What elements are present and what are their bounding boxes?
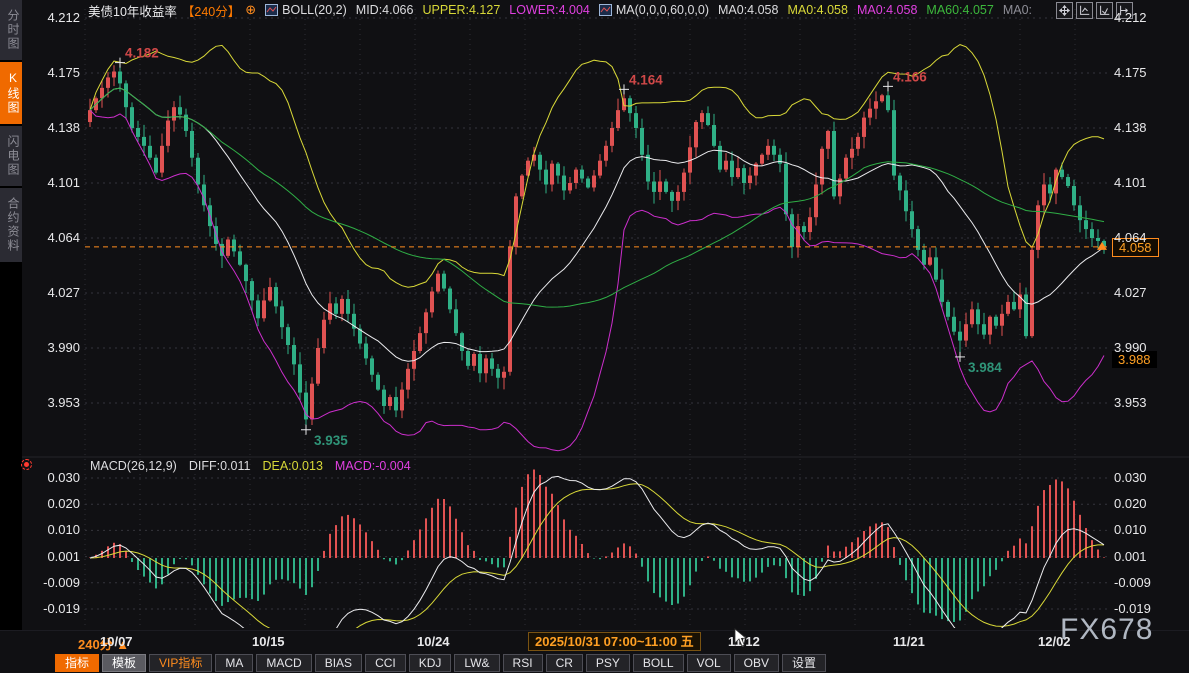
macd-dea-value: DEA:0.013 (262, 459, 322, 473)
y-axis-label: 4.064 (1114, 230, 1180, 245)
toolbar-button[interactable]: VIP指标 (149, 654, 212, 672)
y-axis-label: 4.138 (14, 120, 80, 135)
boll-chart-icon[interactable] (265, 4, 278, 16)
macd-axis-label: -0.019 (14, 601, 80, 616)
date-tick-label: 10/07 (100, 634, 133, 649)
boll-lower-value: LOWER:4.004 (509, 3, 590, 17)
macd-diff-value: DIFF:0.011 (189, 459, 251, 473)
ma0-white-value: MA0:4.058 (718, 3, 778, 17)
watermark: FX678 (1060, 613, 1153, 647)
period-tag[interactable]: 【240分】 (182, 1, 240, 20)
add-indicator-icon[interactable]: ⊕ (245, 2, 256, 18)
selected-candle-timestamp: 2025/10/31 07:00~11:00 五 (528, 632, 701, 651)
toolbar-button[interactable]: 设置 (782, 654, 826, 672)
toolbar-button[interactable]: BIAS (315, 654, 362, 672)
ma0-yellow-value: MA0:4.058 (787, 3, 847, 17)
svg-text:4.166: 4.166 (893, 69, 927, 84)
macd-axis-label: 0.010 (14, 522, 80, 537)
y-axis-label: 4.212 (14, 10, 80, 25)
ma-chart-icon[interactable] (599, 4, 612, 16)
date-tick-label: 10/15 (252, 634, 285, 649)
macd-axis-label: -0.019 (1114, 601, 1180, 616)
toolbar-button[interactable]: BOLL (633, 654, 684, 672)
date-tick-label: 11/21 (893, 634, 925, 649)
macd-axis-label: 0.001 (1114, 549, 1180, 564)
page-title: 美债10年收益率 (88, 1, 177, 20)
axis-left-icon[interactable] (1076, 2, 1093, 19)
boll-label: BOLL(20,2) (282, 3, 347, 17)
kline-app-window: 4.1823.9354.1644.1663.984 分时图K线图闪电图合约资料 … (0, 0, 1189, 673)
y-axis-label: 4.101 (1114, 175, 1180, 190)
ma0-magenta-value: MA0:4.058 (857, 3, 917, 17)
macd-axis-label: 0.001 (14, 549, 80, 564)
svg-text:4.182: 4.182 (125, 46, 159, 61)
y-axis-label: 4.101 (14, 175, 80, 190)
macd-axis-label: 0.020 (14, 496, 80, 511)
svg-text:4.164: 4.164 (629, 72, 663, 87)
boll-upper-value: UPPER:4.127 (422, 3, 500, 17)
ma-label: MA(0,0,0,60,0,0) (616, 3, 709, 17)
sidebar-tab-item[interactable]: 合约资料 (0, 188, 22, 262)
y-axis-label: 4.175 (1114, 65, 1180, 80)
macd-header: MACD(26,12,9) DIFF:0.011 DEA:0.013 MACD:… (90, 459, 411, 473)
y-axis-label: 3.990 (1114, 340, 1180, 355)
toolbar-button[interactable]: 模板 (102, 654, 146, 672)
y-axis-label: 4.212 (1114, 10, 1180, 25)
mouse-cursor (734, 628, 747, 652)
y-axis-label: 3.953 (14, 395, 80, 410)
macd-axis-label: 0.010 (1114, 522, 1180, 537)
time-axis: 240分 ▲ 2025/10/31 07:00~11:00 五 10/0710/… (0, 630, 1189, 653)
y-axis-label: 4.138 (1114, 120, 1180, 135)
macd-axis-label: -0.009 (14, 575, 80, 590)
y-axis-label: 4.064 (14, 230, 80, 245)
candlestick-chart[interactable]: 4.182 3.935 4.164 4.166 3.984 (0, 0, 1189, 673)
toolbar-button[interactable]: RSI (503, 654, 543, 672)
ma0-gray-value: MA0: (1003, 3, 1032, 17)
toolbar-button[interactable]: LW& (454, 654, 499, 672)
toolbar-button[interactable]: KDJ (409, 654, 452, 672)
svg-text:3.935: 3.935 (314, 433, 348, 448)
macd-axis-label: -0.009 (1114, 575, 1180, 590)
macd-macd-value: MACD:-0.004 (335, 459, 411, 473)
live-indicator-icon (21, 459, 32, 470)
y-axis-label: 4.175 (14, 65, 80, 80)
y-axis-label: 3.990 (14, 340, 80, 355)
toolbar-button[interactable]: MA (215, 654, 253, 672)
toolbar-button[interactable]: VOL (687, 654, 731, 672)
y-axis-label: 4.027 (14, 285, 80, 300)
date-tick-label: 10/24 (417, 634, 450, 649)
toolbar-button[interactable]: CCI (365, 654, 406, 672)
toolbar-button[interactable]: OBV (734, 654, 779, 672)
toolbar-button[interactable]: CR (546, 654, 583, 672)
toolbar-button[interactable]: 指标 (55, 654, 99, 672)
ma60-green-value: MA60:4.057 (926, 3, 993, 17)
indicator-toolbar: 指标模板VIP指标MAMACDBIASCCIKDJLW&RSICRPSYBOLL… (55, 653, 826, 673)
move-icon[interactable] (1056, 2, 1073, 19)
toolbar-button[interactable]: MACD (256, 654, 311, 672)
macd-label: MACD(26,12,9) (90, 459, 177, 473)
macd-axis-label: 0.030 (14, 470, 80, 485)
chart-header: 美债10年收益率 【240分】 ⊕ BOLL(20,2) MID:4.066 U… (88, 2, 1032, 18)
y-axis-label: 3.953 (1114, 395, 1180, 410)
boll-mid-value: MID:4.066 (356, 3, 414, 17)
sidebar-tab-item[interactable]: 分时图 (0, 0, 22, 60)
macd-axis-label: 0.020 (1114, 496, 1180, 511)
toolbar-button[interactable]: PSY (586, 654, 630, 672)
axis-right-icon[interactable] (1096, 2, 1113, 19)
svg-text:3.984: 3.984 (968, 360, 1002, 375)
y-axis-label: 4.027 (1114, 285, 1180, 300)
macd-axis-label: 0.030 (1114, 470, 1180, 485)
